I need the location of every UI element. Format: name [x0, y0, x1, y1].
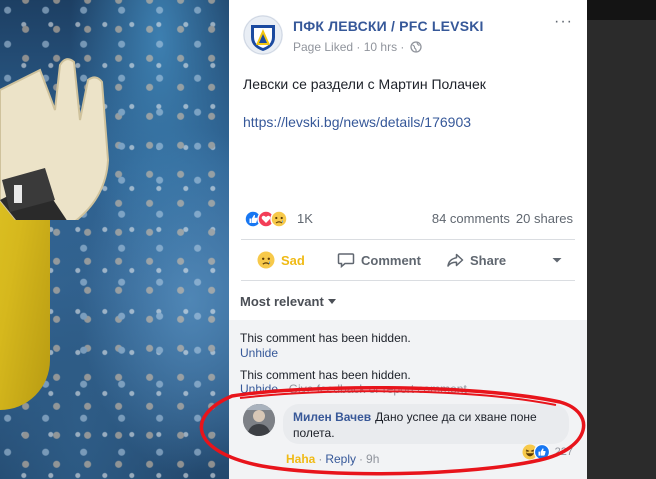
sad-reaction-button[interactable]: Sad: [257, 248, 305, 272]
post-actions: Sad Comment Share: [241, 244, 575, 276]
share-count[interactable]: 20 shares: [516, 211, 573, 226]
hidden-comment-message: This comment has been hidden.: [240, 368, 411, 382]
share-icon: [447, 253, 464, 267]
share-label: Share: [470, 252, 507, 268]
divider: [241, 280, 575, 281]
chevron-down-icon: [327, 299, 336, 304]
share-button[interactable]: Share: [446, 248, 506, 272]
post-header: ПФК ЛЕВСКИ / PFC LEVSKI Page Liked · 10 …: [243, 13, 573, 59]
separator-dot: ·: [359, 452, 364, 466]
comment-reaction-count: 227: [554, 446, 573, 458]
more-options-button[interactable]: ···: [554, 13, 573, 31]
comment-author[interactable]: Милен Вачев: [293, 410, 371, 424]
unhide-label[interactable]: Unhide: [240, 382, 278, 396]
avatar[interactable]: [243, 404, 275, 436]
goalkeeper-glove: [0, 58, 110, 220]
reply-button[interactable]: Reply: [325, 452, 356, 466]
reaction-count[interactable]: 1K: [297, 211, 313, 226]
post-card: ПФК ЛЕВСКИ / PFC LEVSKI Page Liked · 10 …: [229, 0, 587, 479]
post-meta: Page Liked · 10 hrs ·: [293, 40, 422, 56]
comment-reactions[interactable]: 227: [522, 444, 573, 460]
hidden-comment-message: This comment has been hidden.: [240, 331, 411, 345]
comment-label: Comment: [361, 252, 421, 268]
caret-down-icon: [552, 258, 562, 263]
sad-label: Sad: [281, 252, 305, 268]
post-text: Левски се раздели с Мартин Полачек: [243, 76, 486, 92]
like-icon: [533, 444, 550, 460]
post-link[interactable]: https://levski.bg/news/details/176903: [243, 114, 471, 130]
comment-count[interactable]: 84 comments: [432, 211, 510, 226]
comment-bubble: Милен Вачев Дано успее да си хване поне п…: [283, 404, 569, 444]
reaction-icons[interactable]: [244, 210, 297, 228]
unhide-label[interactable]: Unhide: [240, 346, 278, 360]
globe-icon: [410, 41, 422, 56]
sad-icon: [257, 251, 275, 269]
comment-button[interactable]: Comment: [337, 248, 421, 272]
unhide-link[interactable]: Unhide · Give feedback or report comment: [240, 382, 467, 396]
post-time[interactable]: 10 hrs: [364, 40, 397, 54]
share-options-button[interactable]: [551, 248, 563, 272]
sort-label: Most relevant: [240, 294, 324, 309]
haha-reaction-button[interactable]: Haha: [286, 452, 315, 466]
comment-actions: Haha · Reply · 9h: [286, 452, 379, 466]
post-photo[interactable]: [0, 0, 229, 479]
page-logo[interactable]: [243, 15, 283, 55]
comment-sort-dropdown[interactable]: Most relevant: [240, 294, 336, 309]
post-stats: 1K 84 comments 20 shares: [243, 208, 573, 230]
page-liked-label[interactable]: Page Liked: [293, 40, 353, 54]
meta-separator: ·: [353, 40, 364, 54]
divider: [241, 239, 575, 240]
separator-dot: ·: [318, 452, 323, 466]
comment-icon: [337, 253, 355, 269]
page-name[interactable]: ПФК ЛЕВСКИ / PFC LEVSKI: [293, 18, 484, 34]
stats-right: 84 comments 20 shares: [432, 211, 573, 226]
comment-time[interactable]: 9h: [366, 452, 379, 466]
unhide-link[interactable]: Unhide: [240, 346, 278, 360]
meta-separator: ·: [397, 40, 408, 54]
feedback-link[interactable]: · Give feedback or report comment: [278, 382, 466, 396]
dark-backdrop: [587, 0, 656, 20]
sad-icon: [270, 210, 288, 228]
